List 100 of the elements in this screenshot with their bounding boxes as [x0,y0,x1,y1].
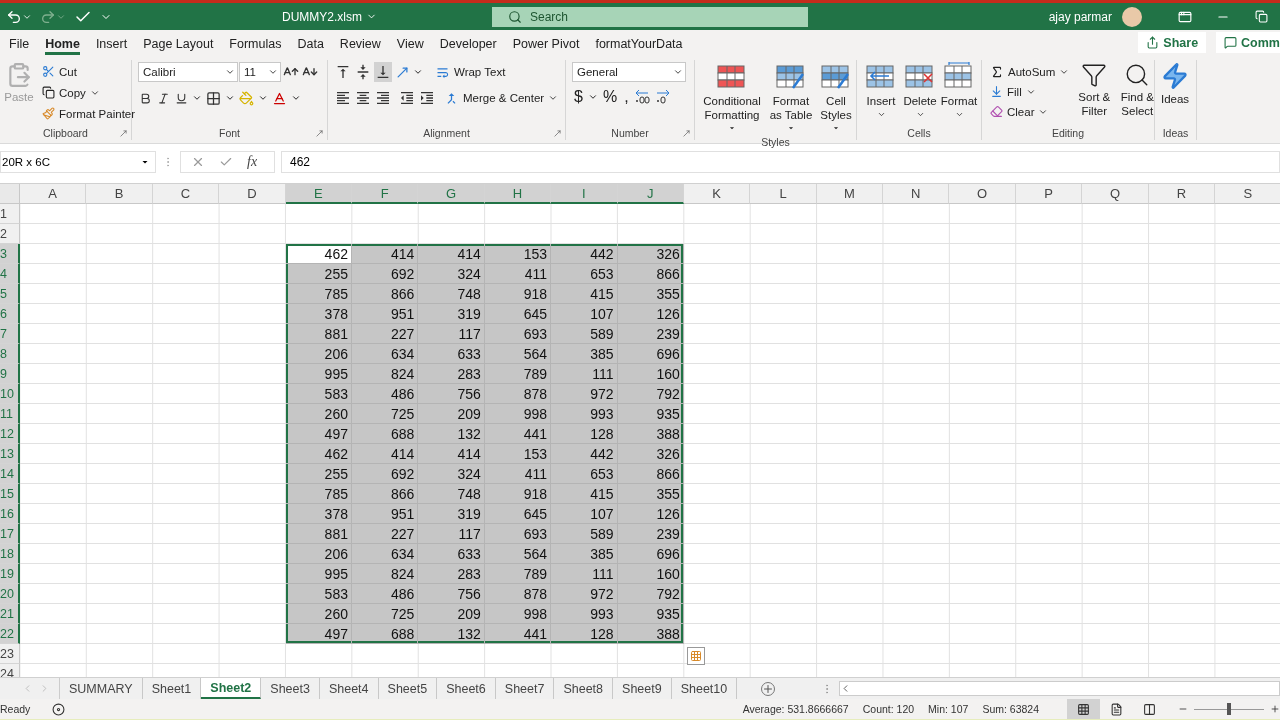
ribbon-tab[interactable]: Power Pivot [504,37,588,56]
column-header[interactable]: J [617,184,684,204]
sort-filter-button[interactable]: Sort & Filter [1074,62,1115,127]
row-header[interactable]: 14 [0,464,20,484]
find-select-button[interactable]: Find & Select [1117,62,1158,127]
ribbon-tab[interactable]: Formulas [221,37,290,56]
sigma-icon[interactable] [990,64,1004,79]
formula-field[interactable]: 462 [281,151,1280,173]
sheet-tab[interactable]: Sheet2 [201,678,262,699]
insert-function-button[interactable]: fx [247,154,258,170]
row-header[interactable]: 19 [0,564,20,584]
align-left-icon[interactable] [335,90,351,106]
cut-button[interactable]: Cut [40,62,138,81]
ribbon-tab[interactable]: View [388,37,432,56]
status-stat[interactable]: Sum: 63824 [982,703,1039,715]
row-header[interactable]: 15 [0,484,20,504]
ribbon-tab[interactable]: Page Layout [135,37,222,56]
bold-icon[interactable] [139,91,152,105]
dialog-launcher-icon[interactable] [553,129,562,138]
ribbon-tab[interactable]: Review [331,37,389,56]
orientation-icon[interactable] [395,64,410,80]
caret-icon[interactable] [192,93,202,103]
dialog-launcher-icon[interactable] [315,129,324,138]
font-color-icon[interactable] [272,90,287,106]
row-header[interactable]: 11 [0,404,20,424]
view-icon[interactable] [1143,702,1156,716]
dialog-launcher-icon[interactable] [119,129,128,138]
row-header[interactable]: 20 [0,584,20,604]
borders-icon[interactable] [206,90,221,106]
user-avatar[interactable] [1122,6,1142,27]
underline-icon[interactable] [175,91,188,105]
name-box[interactable]: 20R x 6C [0,151,156,173]
copy-button[interactable]: Copy [40,83,138,102]
column-header[interactable]: S [1215,184,1280,204]
column-header[interactable]: Q [1082,184,1149,204]
restore-icon[interactable] [1254,10,1268,23]
comma-button[interactable]: , [622,88,631,106]
conditional-formatting-button[interactable]: Conditional Formatting [701,62,763,136]
filter-icon[interactable] [1081,62,1108,88]
column-header[interactable]: F [351,184,419,204]
align-center-icon[interactable] [355,90,371,106]
dialog-launcher-icon[interactable] [682,129,691,138]
zoom-in-icon[interactable] [1270,704,1280,714]
macro-record-icon[interactable] [52,702,66,716]
view-icon[interactable] [1077,702,1090,716]
cancel-icon[interactable] [191,155,205,169]
row-header[interactable]: 10 [0,384,20,404]
fill-button[interactable]: Fill [988,82,1072,101]
row-header[interactable]: 8 [0,344,20,364]
delete-button[interactable]: Delete [902,62,938,127]
ribbon-tab[interactable]: Developer [431,37,505,56]
increase-decimal-icon[interactable] [633,89,652,105]
row-header[interactable]: 4 [0,264,20,284]
row-header[interactable]: 24 [0,664,20,677]
caret-icon[interactable] [258,93,268,103]
view-icon[interactable] [1110,702,1123,716]
ribbon-tab[interactable]: Insert [87,37,136,56]
comments-button[interactable]: Comm [1216,32,1280,53]
column-header[interactable]: R [1148,184,1216,204]
row-header[interactable]: 13 [0,444,20,464]
column-header[interactable]: K [683,184,751,204]
caret-icon[interactable] [413,67,423,77]
currency-button[interactable]: $ [572,88,585,106]
lightning-icon[interactable] [1161,62,1189,90]
format-painter-button[interactable]: Format Painter [40,104,138,123]
number-format-field[interactable]: General [572,62,686,82]
align-right-icon[interactable] [375,90,391,106]
row-header[interactable]: 7 [0,324,20,344]
format-as-table-button[interactable]: Format as Table [767,62,815,136]
row-header[interactable]: 21 [0,604,20,624]
percent-button[interactable]: % [600,88,620,106]
ribbon-tab[interactable]: Home [37,37,88,56]
share-icon[interactable] [1146,36,1160,49]
column-header[interactable]: H [484,184,552,204]
caret-icon[interactable] [587,92,598,102]
fill-down-icon[interactable] [990,85,1003,98]
bottom-align-icon[interactable] [375,64,391,80]
column-header[interactable]: N [883,184,950,204]
column-header[interactable]: B [86,184,153,204]
file-name[interactable]: DUMMY2.xlsm [282,9,377,24]
merge-center-button[interactable]: Merge & Center [442,88,561,108]
ideas-button[interactable]: Ideas [1161,62,1189,127]
column-header[interactable]: A [20,184,87,204]
column-header[interactable]: E [285,184,352,204]
column-header[interactable]: O [949,184,1016,204]
row-header[interactable]: 2 [0,224,20,244]
row-header[interactable]: 22 [0,624,20,644]
column-header[interactable]: P [1015,184,1083,204]
row-header[interactable]: 18 [0,544,20,564]
fill-color-icon[interactable] [239,90,254,106]
row-header[interactable]: 1 [0,204,20,224]
ribbon-tab[interactable]: formatYourData [587,37,691,56]
clear-button[interactable]: Clear [988,102,1072,121]
eraser-icon[interactable] [990,105,1003,118]
insert-button[interactable]: Insert [863,62,899,127]
undo-icon[interactable] [6,8,22,25]
status-stat[interactable]: Min: 107 [928,703,969,715]
caret-icon[interactable] [225,93,235,103]
cell-styles-button[interactable]: Cell Styles [819,62,853,136]
normal-view-button[interactable] [1067,699,1100,719]
